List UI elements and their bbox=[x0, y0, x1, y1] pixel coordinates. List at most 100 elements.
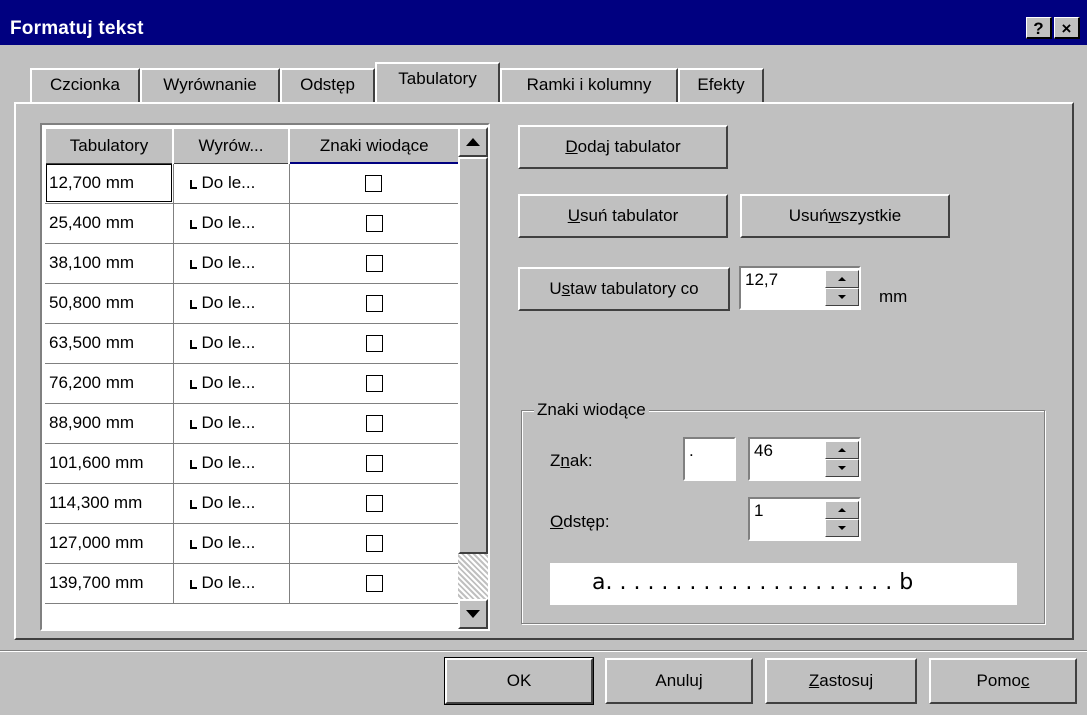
tab-wyrownanie[interactable]: Wyrównanie bbox=[140, 68, 280, 102]
tab-alignment-cell[interactable]: Do le... bbox=[173, 483, 290, 524]
table-row[interactable]: 88,900 mm Do le... bbox=[45, 403, 460, 444]
vertical-scrollbar[interactable] bbox=[458, 127, 488, 629]
table-row[interactable]: 63,500 mm Do le... bbox=[45, 323, 460, 364]
remove-all-button[interactable]: Usuń w szystkie bbox=[740, 194, 950, 238]
tab-alignment-cell[interactable]: Do le... bbox=[173, 363, 290, 404]
arrow-up-icon bbox=[466, 138, 480, 146]
leader-cell[interactable] bbox=[289, 403, 460, 444]
table-row[interactable]: 139,700 mm Do le... bbox=[45, 563, 460, 604]
tab-position-cell[interactable]: 12,700 mm bbox=[45, 163, 174, 204]
table-row[interactable]: 76,200 mm Do le... bbox=[45, 363, 460, 404]
scroll-track[interactable] bbox=[458, 554, 488, 599]
leader-cell[interactable] bbox=[289, 203, 460, 244]
tab-czcionka[interactable]: Czcionka bbox=[30, 68, 140, 102]
tab-efekty[interactable]: Efekty bbox=[678, 68, 764, 102]
scroll-up-button[interactable] bbox=[458, 127, 488, 157]
tab-position-cell[interactable]: 63,500 mm bbox=[45, 323, 174, 364]
accelerator-key: c bbox=[1020, 671, 1030, 690]
leader-cell[interactable] bbox=[289, 243, 460, 284]
left-tab-icon bbox=[189, 340, 197, 349]
left-tab-icon bbox=[189, 180, 197, 189]
tab-position-cell[interactable]: 50,800 mm bbox=[45, 283, 174, 324]
leader-cell[interactable] bbox=[289, 283, 460, 324]
tab-alignment-cell[interactable]: Do le... bbox=[173, 163, 290, 204]
leader-cell[interactable] bbox=[289, 363, 460, 404]
set-tabs-every-button[interactable]: Us taw tabulatory co bbox=[518, 267, 730, 311]
accelerator-key: O bbox=[550, 512, 564, 531]
leader-preview: a. . . . . . . . . . . . . . . . . . . .… bbox=[550, 563, 1017, 605]
table-row[interactable]: 101,600 mm Do le... bbox=[45, 443, 460, 484]
table-row[interactable]: 12,700 mm Do le... bbox=[45, 162, 460, 204]
table-row[interactable]: 114,300 mm Do le... bbox=[45, 483, 460, 524]
spin-up-button[interactable] bbox=[825, 270, 859, 288]
leader-checkbox[interactable] bbox=[365, 455, 383, 473]
tab-stops-list[interactable]: Tabulatory Wyrów... Znaki wiodące 12,700… bbox=[40, 123, 490, 631]
leader-checkbox[interactable] bbox=[365, 215, 383, 233]
label-text: ak: bbox=[569, 451, 593, 470]
table-row[interactable]: 25,400 mm Do le... bbox=[45, 203, 460, 244]
tab-alignment-cell[interactable]: Do le... bbox=[173, 323, 290, 364]
tab-odstep[interactable]: Odstęp bbox=[280, 68, 375, 102]
apply-button[interactable]: Zastosuj bbox=[765, 658, 917, 704]
spin-down-button[interactable] bbox=[825, 519, 859, 537]
leader-cell[interactable] bbox=[289, 563, 460, 604]
accelerator-key: s bbox=[561, 279, 571, 298]
footer-separator bbox=[0, 650, 1087, 652]
ok-button[interactable]: OK bbox=[444, 657, 594, 705]
tab-position-cell[interactable]: 76,200 mm bbox=[45, 363, 174, 404]
tab-position-cell[interactable]: 25,400 mm bbox=[45, 203, 174, 244]
remove-tab-button[interactable]: Usuń tabulator bbox=[518, 194, 728, 238]
help-button[interactable]: Pomo c bbox=[929, 658, 1077, 704]
tab-alignment-cell[interactable]: Do le... bbox=[173, 203, 290, 244]
column-header-wyrownanie[interactable]: Wyrów... bbox=[172, 127, 290, 164]
tab-alignment-cell[interactable]: Do le... bbox=[173, 443, 290, 484]
tab-alignment-label: Do le... bbox=[201, 413, 256, 432]
spin-down-button[interactable] bbox=[825, 459, 859, 477]
table-row[interactable]: 50,800 mm Do le... bbox=[45, 283, 460, 324]
leader-checkbox[interactable] bbox=[365, 375, 383, 393]
tab-alignment-label: Do le... bbox=[201, 253, 256, 272]
help-question-button[interactable]: ? bbox=[1026, 17, 1052, 39]
leader-cell[interactable] bbox=[289, 483, 460, 524]
tab-alignment-cell[interactable]: Do le... bbox=[173, 243, 290, 284]
leader-checkbox[interactable] bbox=[365, 535, 383, 553]
leader-cell[interactable] bbox=[289, 443, 460, 484]
leader-cell[interactable] bbox=[289, 162, 460, 204]
leader-checkbox[interactable] bbox=[365, 255, 383, 273]
leader-cell[interactable] bbox=[289, 323, 460, 364]
table-row[interactable]: 38,100 mm Do le... bbox=[45, 243, 460, 284]
leader-checkbox[interactable] bbox=[365, 415, 383, 433]
tab-alignment-label: Do le... bbox=[201, 573, 256, 592]
spin-up-button[interactable] bbox=[825, 501, 859, 519]
tab-position-cell[interactable]: 139,700 mm bbox=[45, 563, 174, 604]
tab-alignment-cell[interactable]: Do le... bbox=[173, 563, 290, 604]
tab-alignment-cell[interactable]: Do le... bbox=[173, 523, 290, 564]
spin-down-button[interactable] bbox=[825, 288, 859, 306]
leader-checkbox[interactable] bbox=[365, 295, 383, 313]
tab-position-cell[interactable]: 101,600 mm bbox=[45, 443, 174, 484]
tab-position-cell[interactable]: 127,000 mm bbox=[45, 523, 174, 564]
leader-checkbox[interactable] bbox=[365, 495, 383, 513]
scroll-thumb[interactable] bbox=[458, 157, 488, 554]
arrow-down-icon bbox=[466, 610, 480, 618]
leader-checkbox[interactable] bbox=[365, 575, 383, 593]
leader-char-input[interactable]: . bbox=[683, 437, 736, 481]
column-header-tabulatory[interactable]: Tabulatory bbox=[44, 127, 174, 164]
tab-ramki-i-kolumny[interactable]: Ramki i kolumny bbox=[500, 68, 678, 102]
tab-alignment-cell[interactable]: Do le... bbox=[173, 283, 290, 324]
tab-alignment-cell[interactable]: Do le... bbox=[173, 403, 290, 444]
tab-tabulatory[interactable]: Tabulatory bbox=[375, 62, 500, 102]
table-row[interactable]: 127,000 mm Do le... bbox=[45, 523, 460, 564]
leader-checkbox[interactable] bbox=[365, 335, 383, 353]
cancel-button[interactable]: Anuluj bbox=[605, 658, 753, 704]
scroll-down-button[interactable] bbox=[458, 599, 488, 629]
spin-up-button[interactable] bbox=[825, 441, 859, 459]
add-tab-button[interactable]: Dodaj tabulator bbox=[518, 125, 728, 169]
tab-position-cell[interactable]: 88,900 mm bbox=[45, 403, 174, 444]
leader-checkbox[interactable] bbox=[365, 175, 383, 193]
leader-cell[interactable] bbox=[289, 523, 460, 564]
tab-position-cell[interactable]: 38,100 mm bbox=[45, 243, 174, 284]
close-button[interactable]: × bbox=[1054, 17, 1080, 39]
column-header-znaki-wiodace[interactable]: Znaki wiodące bbox=[288, 127, 460, 164]
tab-position-cell[interactable]: 114,300 mm bbox=[45, 483, 174, 524]
